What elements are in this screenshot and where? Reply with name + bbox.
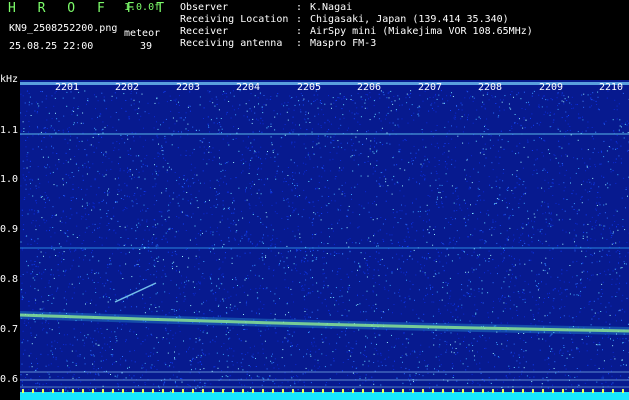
baseline-tick bbox=[72, 389, 74, 393]
baseline-tick bbox=[562, 389, 564, 393]
baseline-tick bbox=[32, 389, 34, 393]
baseline-tick bbox=[172, 389, 174, 393]
time-tick-label: 2206 bbox=[357, 82, 382, 93]
info-row-antenna: Receiving antenna: Maspro FM-3 bbox=[180, 38, 377, 49]
baseline-tick bbox=[212, 389, 214, 393]
baseline-tick bbox=[482, 389, 484, 393]
time-tick-label: 2210 bbox=[599, 82, 624, 93]
baseline-tick bbox=[272, 389, 274, 393]
y-tick-label: 0.9 bbox=[0, 224, 19, 235]
baseline-tick bbox=[182, 389, 184, 393]
baseline-tick bbox=[82, 389, 84, 393]
baseline-tick bbox=[442, 389, 444, 393]
baseline-tick bbox=[412, 389, 414, 393]
baseline-tick bbox=[512, 389, 514, 393]
baseline-tick bbox=[622, 389, 624, 393]
baseline-tick bbox=[362, 389, 364, 393]
spectrogram-plot bbox=[20, 80, 629, 400]
baseline-tick bbox=[582, 389, 584, 393]
time-tick-label: 2208 bbox=[478, 82, 503, 93]
info-row-receiver: Receiver: AirSpy mini (Miakejima VOR 108.… bbox=[180, 26, 533, 37]
baseline-tick bbox=[612, 389, 614, 393]
meteor-count: 39 bbox=[140, 41, 153, 52]
baseline-tick bbox=[62, 389, 64, 393]
meteor-streak bbox=[114, 282, 157, 303]
baseline-tick bbox=[602, 389, 604, 393]
baseline-tick bbox=[372, 389, 374, 393]
baseline-tick bbox=[532, 389, 534, 393]
baseline-tick bbox=[542, 389, 544, 393]
baseline-tick bbox=[262, 389, 264, 393]
y-tick-label: 0.7 bbox=[0, 324, 19, 335]
time-tick-label: 2205 bbox=[297, 82, 322, 93]
baseline-tick bbox=[462, 389, 464, 393]
baseline-tick bbox=[522, 389, 524, 393]
y-tick-label: 1.0 bbox=[0, 174, 19, 185]
time-tick-label: 2203 bbox=[176, 82, 201, 93]
baseline-tick bbox=[432, 389, 434, 393]
info-row-observer: Observer: K.Nagai bbox=[180, 2, 353, 13]
info-row-location: Receiving Location: Chigasaki, Japan (139… bbox=[180, 14, 509, 25]
baseline-tick bbox=[452, 389, 454, 393]
y-tick-label: 0.6 bbox=[0, 374, 19, 385]
date-time: 25.08.25 22:00 bbox=[9, 41, 94, 52]
time-tick-label: 2207 bbox=[418, 82, 443, 93]
baseline-tick bbox=[402, 389, 404, 393]
baseline-tick bbox=[552, 389, 554, 393]
signal-glow bbox=[20, 311, 629, 335]
spectrogram-canvas bbox=[20, 82, 629, 400]
time-tick-label: 2201 bbox=[55, 82, 80, 93]
baseline-tick bbox=[392, 389, 394, 393]
baseline-tick bbox=[492, 389, 494, 393]
baseline-tick bbox=[112, 389, 114, 393]
baseline-tick bbox=[502, 389, 504, 393]
meteor-label: meteor bbox=[124, 28, 161, 39]
baseline-tick bbox=[162, 389, 164, 393]
y-tick-label: 1.1 bbox=[0, 125, 19, 136]
baseline-tick bbox=[232, 389, 234, 393]
baseline-tick bbox=[312, 389, 314, 393]
baseline-tick bbox=[202, 389, 204, 393]
baseline-tick bbox=[382, 389, 384, 393]
time-tick-label: 2204 bbox=[236, 82, 261, 93]
baseline-tick bbox=[302, 389, 304, 393]
time-tick-label: 2209 bbox=[539, 82, 564, 93]
baseline-tick bbox=[572, 389, 574, 393]
station-info: Observer: K.Nagai Receiving Location: Chig… bbox=[180, 2, 533, 50]
baseline-tick bbox=[342, 389, 344, 393]
baseline-tick bbox=[102, 389, 104, 393]
header-panel: H R O F F T 1.0.0f KN9_2508252200.png me… bbox=[0, 0, 629, 80]
y-axis-unit: kHz bbox=[0, 74, 19, 85]
baseline-tick bbox=[292, 389, 294, 393]
baseline-tick bbox=[592, 389, 594, 393]
baseline-tick bbox=[132, 389, 134, 393]
baseline-tick bbox=[332, 389, 334, 393]
y-tick-label: 0.8 bbox=[0, 274, 19, 285]
baseline-tick bbox=[142, 389, 144, 393]
baseline-tick bbox=[122, 389, 124, 393]
baseline-tick bbox=[52, 389, 54, 393]
baseline-bar bbox=[20, 392, 629, 400]
baseline-tick bbox=[92, 389, 94, 393]
time-tick-label: 2202 bbox=[115, 82, 140, 93]
baseline-tick bbox=[282, 389, 284, 393]
baseline-tick bbox=[192, 389, 194, 393]
noise-layer bbox=[20, 90, 629, 397]
baseline-tick bbox=[222, 389, 224, 393]
baseline-tick bbox=[252, 389, 254, 393]
baseline-tick bbox=[472, 389, 474, 393]
baseline-tick bbox=[322, 389, 324, 393]
top-band bbox=[20, 82, 629, 85]
file-name: KN9_2508252200.png bbox=[9, 23, 118, 34]
baseline-tick bbox=[422, 389, 424, 393]
app-version: 1.0.0f bbox=[124, 2, 161, 13]
baseline-tick bbox=[352, 389, 354, 393]
baseline-tick bbox=[42, 389, 44, 393]
baseline-tick bbox=[152, 389, 154, 393]
baseline-tick bbox=[22, 389, 24, 393]
baseline-tick bbox=[242, 389, 244, 393]
